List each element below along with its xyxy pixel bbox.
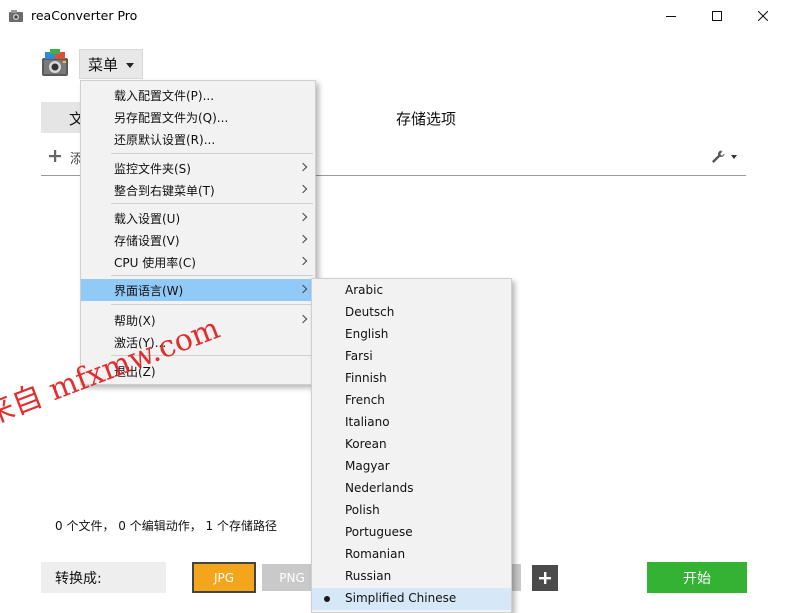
menu-item-watch-folder[interactable]: 监控文件夹(S) xyxy=(81,157,315,179)
menu-separator xyxy=(111,355,313,356)
add-format-button[interactable] xyxy=(532,565,558,591)
menu-separator xyxy=(111,203,313,204)
menu-item-exit[interactable]: 退出(Z) xyxy=(81,360,315,382)
chevron-right-icon xyxy=(298,212,308,222)
maximize-button[interactable] xyxy=(694,0,740,32)
language-item-korean[interactable]: Korean xyxy=(312,434,511,456)
selected-dot-icon xyxy=(324,596,330,602)
menu-item-restore-defaults[interactable]: 还原默认设置(R)... xyxy=(81,128,315,150)
language-submenu: Arabic Deutsch English Farsi Finnish Fre… xyxy=(311,278,512,613)
language-item-magyar[interactable]: Magyar xyxy=(312,456,511,478)
menu-item-save-settings[interactable]: 存储设置(V) xyxy=(81,229,315,251)
maximize-icon xyxy=(712,11,722,21)
menu-item-save-profile-as[interactable]: 另存配置文件为(Q)... xyxy=(81,106,315,128)
close-icon xyxy=(758,11,768,21)
title-bar: reaConverter Pro xyxy=(0,0,786,32)
plus-icon xyxy=(539,572,551,584)
chevron-right-icon xyxy=(298,162,308,172)
language-item-nederlands[interactable]: Nederlands xyxy=(312,478,511,500)
main-menu-button[interactable]: 菜单 xyxy=(79,49,143,79)
convert-to-label: 转换成: xyxy=(55,571,102,587)
language-item-polish[interactable]: Polish xyxy=(312,500,511,522)
language-item-farsi[interactable]: Farsi xyxy=(312,346,511,368)
menu-item-load-profile[interactable]: 载入配置文件(P)... xyxy=(81,84,315,106)
status-summary: 0 个文件， 0 个编辑动作， 1 个存储路径 xyxy=(55,519,277,533)
start-label: 开始 xyxy=(683,570,711,587)
language-item-italiano[interactable]: Italiano xyxy=(312,412,511,434)
tab-storage-options[interactable]: 存储选项 xyxy=(396,108,456,129)
language-item-russian[interactable]: Russian xyxy=(312,566,511,588)
menu-item-interface-language[interactable]: 界面语言(W) xyxy=(81,279,315,301)
language-item-deutsch[interactable]: Deutsch xyxy=(312,302,511,324)
language-item-romanian[interactable]: Romanian xyxy=(312,544,511,566)
minimize-button[interactable] xyxy=(648,0,694,32)
app-icon xyxy=(9,10,23,22)
chevron-down-icon xyxy=(126,63,134,68)
format-png-label: PNG xyxy=(279,570,305,585)
format-jpg-button[interactable]: JPG xyxy=(192,562,256,593)
language-item-english[interactable]: English xyxy=(312,324,511,346)
camera-logo-icon xyxy=(42,49,68,76)
minimize-icon xyxy=(666,16,676,17)
main-menu-dropdown: 载入配置文件(P)... 另存配置文件为(Q)... 还原默认设置(R)... … xyxy=(80,80,316,385)
menu-item-cpu-usage[interactable]: CPU 使用率(C) xyxy=(81,251,315,273)
menu-separator xyxy=(111,304,313,305)
menu-separator xyxy=(111,275,313,276)
window-title: reaConverter Pro xyxy=(31,8,138,23)
chevron-right-icon xyxy=(298,284,308,294)
chevron-right-icon xyxy=(298,314,308,324)
start-button[interactable]: 开始 xyxy=(647,562,747,593)
wrench-chevron-down-icon[interactable] xyxy=(731,155,737,159)
close-button[interactable] xyxy=(740,0,786,32)
menu-item-activate[interactable]: 激活(Y)... xyxy=(81,331,315,353)
language-item-simplified-chinese[interactable]: Simplified Chinese xyxy=(312,588,511,610)
chevron-right-icon xyxy=(298,234,308,244)
menu-separator xyxy=(111,153,313,154)
format-jpg-label: JPG xyxy=(213,570,235,585)
menu-item-load-settings[interactable]: 载入设置(U) xyxy=(81,207,315,229)
menu-item-context-menu-integration[interactable]: 整合到右键菜单(T) xyxy=(81,179,315,201)
chevron-right-icon xyxy=(298,256,308,266)
wrench-icon[interactable] xyxy=(710,149,726,165)
main-menu-label: 菜单 xyxy=(88,55,119,74)
menu-item-help[interactable]: 帮助(X) xyxy=(81,309,315,331)
plus-icon[interactable] xyxy=(48,149,62,163)
language-item-arabic[interactable]: Arabic xyxy=(312,280,511,302)
language-item-portuguese[interactable]: Portuguese xyxy=(312,522,511,544)
format-button-partial[interactable] xyxy=(511,564,521,591)
language-item-french[interactable]: French xyxy=(312,390,511,412)
language-item-finnish[interactable]: Finnish xyxy=(312,368,511,390)
chevron-right-icon xyxy=(298,184,308,194)
